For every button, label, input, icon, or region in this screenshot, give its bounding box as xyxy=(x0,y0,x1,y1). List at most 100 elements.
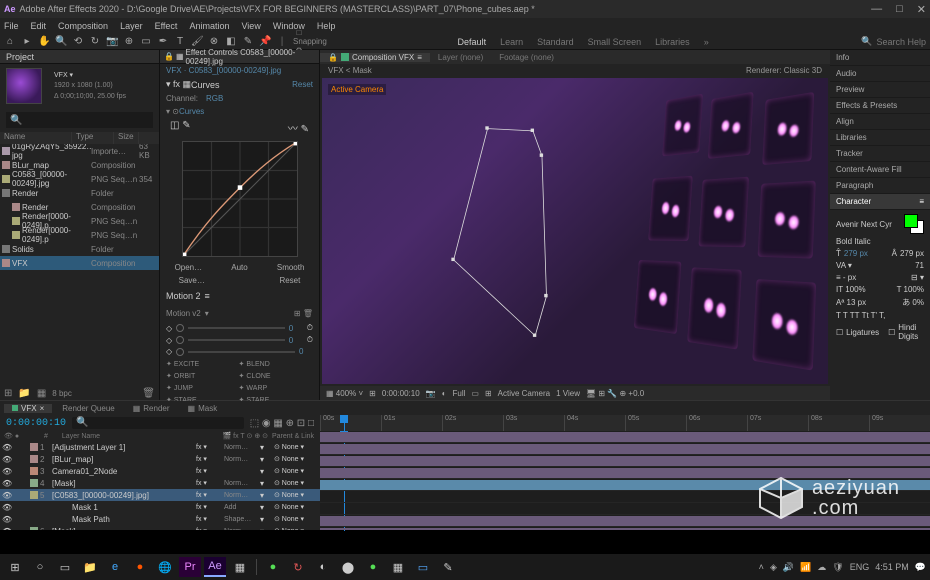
puppet-tool-icon[interactable]: 📌 xyxy=(259,36,271,47)
camera-tool-icon[interactable]: 📷 xyxy=(106,36,118,47)
timeline-tab-render[interactable]: ▦ Render xyxy=(125,404,178,413)
menu-help[interactable]: Help xyxy=(317,21,336,31)
timeline-timecode[interactable]: 0:00:00:10 xyxy=(6,418,66,429)
workspace-libraries[interactable]: Libraries xyxy=(655,37,690,47)
timeline-layer[interactable]: 👁1[Adjustment Layer 1]fx ▾Norm…▾⊙ None ▾ xyxy=(0,441,320,453)
leading-input[interactable]: 279 px xyxy=(900,249,924,258)
timeline-track[interactable] xyxy=(320,467,930,479)
channel-dropdown[interactable]: RGB xyxy=(206,94,223,103)
project-tab[interactable]: Project xyxy=(0,50,159,64)
folder-icon[interactable]: 📁 xyxy=(18,388,30,399)
app-icon-2[interactable]: ▦ xyxy=(229,557,251,577)
timeline-track[interactable] xyxy=(320,443,930,455)
character-panel-tab[interactable]: Character ≡ xyxy=(830,194,930,210)
tray-app-2[interactable]: ↻ xyxy=(287,557,309,577)
align-panel-tab[interactable]: Align xyxy=(830,114,930,130)
tray-up-icon[interactable]: ˄ xyxy=(759,562,764,572)
italic-button[interactable]: T xyxy=(843,311,848,320)
camera-dropdown[interactable]: Active Camera xyxy=(498,389,550,398)
start-button[interactable]: ⊞ xyxy=(4,557,26,577)
project-item[interactable]: 01gRyZAqY5_35922…jpgImporte…63 KB xyxy=(0,144,159,158)
kerning-icon[interactable]: VA ▾ xyxy=(836,261,852,270)
col-type[interactable]: Type xyxy=(72,132,114,144)
timeline-track[interactable] xyxy=(320,455,930,467)
tray-clock[interactable]: 4:51 PM xyxy=(875,562,909,572)
libraries-panel-tab[interactable]: Libraries xyxy=(830,130,930,146)
tray-app-1[interactable]: ● xyxy=(262,557,284,577)
motion-button[interactable]: ✦BLEND xyxy=(239,359,310,369)
tray-app-3[interactable]: ◐ xyxy=(312,557,334,577)
timeline-track[interactable] xyxy=(320,479,930,491)
motion-preset-dropdown[interactable]: Motion v2 xyxy=(166,309,201,318)
tray-app-7[interactable]: ▭ xyxy=(412,557,434,577)
timeline-track[interactable] xyxy=(320,503,930,515)
motion-slider-2[interactable]: ◇0⏱ xyxy=(160,334,319,346)
col-name[interactable]: Name xyxy=(0,132,72,144)
timeline-tracks[interactable] xyxy=(320,431,930,530)
timeline-layer[interactable]: 👁Mask Pathfx ▾Shape…▾⊙ None ▾ xyxy=(0,513,320,525)
project-item[interactable]: VFXComposition xyxy=(0,256,159,270)
timeline-track[interactable] xyxy=(320,515,930,527)
resolution-icon[interactable]: ⊞ xyxy=(369,389,376,398)
timeline-ruler[interactable]: 00s01s02s03s04s05s06s07s08s09s10s xyxy=(320,415,930,431)
project-search-input[interactable]: 🔍 xyxy=(6,112,153,128)
tracking-input[interactable]: 71 xyxy=(915,261,924,270)
tray-app-4[interactable]: ⬤ xyxy=(337,557,359,577)
selection-tool-icon[interactable]: ▸ xyxy=(21,36,33,47)
preview-panel-tab[interactable]: Preview xyxy=(830,82,930,98)
tray-app-5[interactable]: ● xyxy=(362,557,384,577)
project-item[interactable]: RenderFolder xyxy=(0,186,159,200)
zoom-dropdown[interactable]: ▦ 400% ˅ xyxy=(326,389,363,398)
timecode-display[interactable]: 0:00:00:10 xyxy=(382,389,420,398)
timeline-layer[interactable]: 👁Mask 1fx ▾Add▾⊙ None ▾ xyxy=(0,501,320,513)
rotate-tool-icon[interactable]: ↻ xyxy=(89,36,101,47)
curves-edit-icon[interactable]: ◫ ✎ xyxy=(170,120,191,135)
motion-slider-1[interactable]: ◇0⏱ xyxy=(160,322,319,334)
orbit-tool-icon[interactable]: ⟲ xyxy=(72,36,84,47)
layer-tab[interactable]: Layer (none) xyxy=(430,53,491,62)
ligatures-checkbox[interactable]: Ligatures xyxy=(846,328,879,337)
hand-tool-icon[interactable]: ✋ xyxy=(38,36,50,47)
mask-path-overlay[interactable] xyxy=(443,115,559,341)
pan-behind-tool-icon[interactable]: ⊕ xyxy=(123,36,135,47)
font-style-dropdown[interactable]: Bold Italic xyxy=(836,237,871,246)
motion-button[interactable]: ✦EXCITE xyxy=(166,359,237,369)
timeline-tab-vfx[interactable]: VFX × xyxy=(4,404,52,413)
clone-tool-icon[interactable]: ⊗ xyxy=(208,36,220,47)
curves-auto-button[interactable]: Auto xyxy=(231,263,247,272)
workspace-small[interactable]: Small Screen xyxy=(588,37,642,47)
interpret-icon[interactable]: ⊞ xyxy=(4,388,12,399)
breadcrumb-mask[interactable]: Mask xyxy=(353,66,372,75)
zoom-tool-icon[interactable]: 🔍 xyxy=(55,36,67,47)
comp-tab-active[interactable]: 🔒Composition VFX ≡ xyxy=(320,53,430,62)
timeline-layer[interactable]: 👁3Camera01_2Nodefx ▾▾⊙ None ▾ xyxy=(0,465,320,477)
timeline-search-input[interactable]: 🔍 xyxy=(72,417,244,429)
timeline-track[interactable] xyxy=(320,431,930,443)
motion-slider-3[interactable]: ◇0 xyxy=(160,346,319,357)
layer-name-col[interactable]: Layer Name xyxy=(62,433,100,440)
ae-icon[interactable]: Ae xyxy=(204,557,226,577)
project-item[interactable]: SolidsFolder xyxy=(0,242,159,256)
composition-viewer[interactable]: Active Camera xyxy=(322,78,828,384)
views-dropdown[interactable]: 1 View xyxy=(556,389,580,398)
tray-wifi-icon[interactable]: 📶 xyxy=(800,562,811,573)
chrome-icon[interactable]: 🌐 xyxy=(154,557,176,577)
project-item[interactable]: Render[0000-0249].pPNG Seq…n xyxy=(0,228,159,242)
home-icon[interactable]: ⌂ xyxy=(4,36,16,47)
channel-icon[interactable]: ◐ xyxy=(442,389,447,398)
workspace-menu-icon[interactable]: » xyxy=(704,37,709,47)
timeline-track[interactable] xyxy=(320,491,930,503)
tray-sound-icon[interactable]: 🔊 xyxy=(783,562,794,573)
timeline-track[interactable] xyxy=(320,527,930,530)
trash-icon[interactable]: 🗑 xyxy=(142,388,155,399)
workspace-standard[interactable]: Standard xyxy=(537,37,574,47)
roi-icon[interactable]: ▭ xyxy=(471,389,479,398)
edge-icon[interactable]: e xyxy=(104,557,126,577)
info-panel-tab[interactable]: Info xyxy=(830,50,930,66)
timeline-icons[interactable]: ⬚ ◉ ▦ ⊕ ⊡ □ xyxy=(250,418,314,429)
comp-icon[interactable]: ▦ xyxy=(37,388,46,399)
search-help-input[interactable]: Search Help xyxy=(876,37,926,47)
timeline-tab-mask[interactable]: ▦ Mask xyxy=(180,404,226,413)
reset-button[interactable]: Reset xyxy=(292,80,313,89)
curves-smooth-button[interactable]: Smooth xyxy=(277,263,305,272)
